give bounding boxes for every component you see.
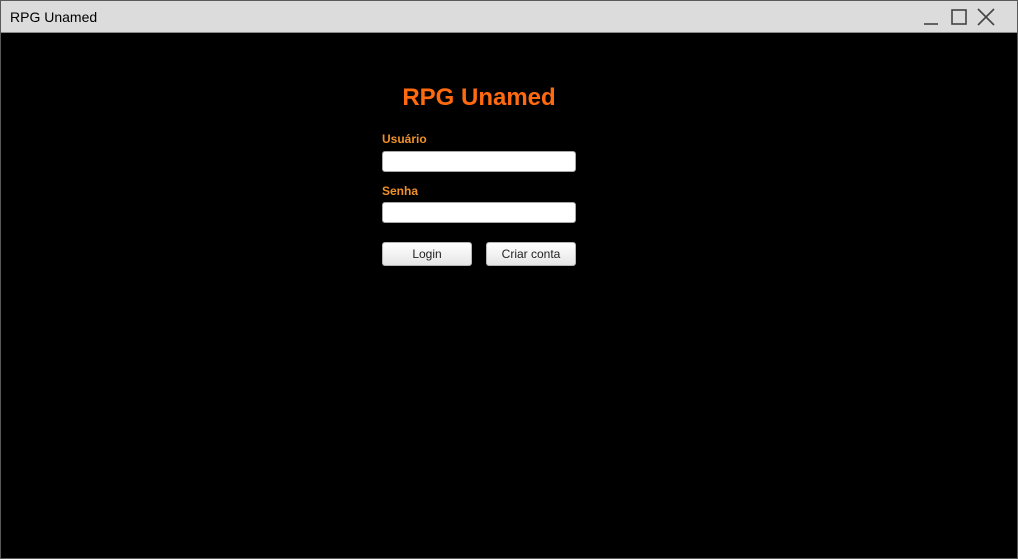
maximize-icon[interactable] xyxy=(948,7,970,27)
username-field[interactable] xyxy=(382,151,576,172)
close-icon[interactable] xyxy=(975,7,997,27)
app-window: RPG Unamed RPG Unamed Usuário Senha Logi… xyxy=(0,0,1018,559)
create-account-button[interactable]: Criar conta xyxy=(486,242,576,266)
window-title: RPG Unamed xyxy=(10,9,98,25)
password-label: Senha xyxy=(382,184,419,198)
login-button[interactable]: Login xyxy=(382,242,472,266)
title-bar[interactable]: RPG Unamed xyxy=(1,1,1017,33)
username-label: Usuário xyxy=(382,132,427,146)
password-field[interactable] xyxy=(382,202,576,223)
login-screen: RPG Unamed Usuário Senha Login Criar con… xyxy=(1,33,1017,558)
minimize-icon[interactable] xyxy=(920,7,942,27)
login-heading: RPG Unamed xyxy=(402,84,556,111)
